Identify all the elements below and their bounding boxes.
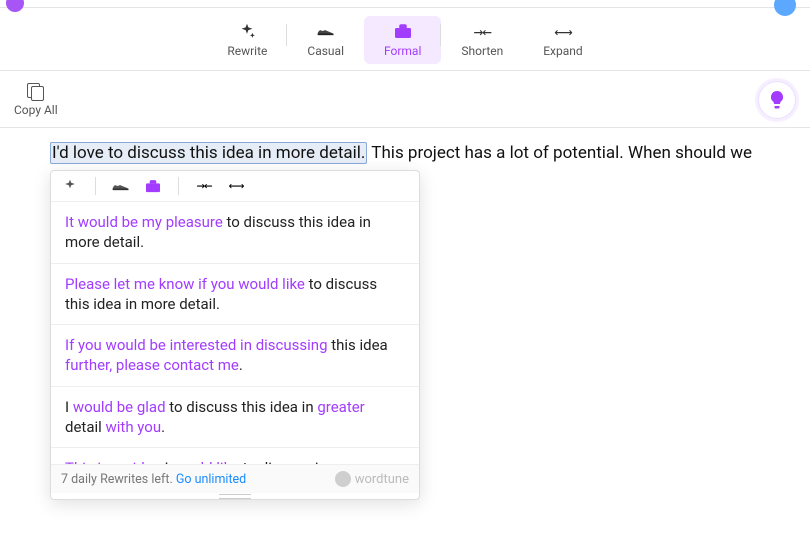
popup-briefcase-icon[interactable] — [142, 177, 164, 195]
popup-divider — [95, 177, 96, 195]
sneaker-icon — [316, 22, 336, 40]
suggestion-item[interactable]: If you would be interested in discussing… — [51, 325, 419, 387]
rewrite-mode[interactable]: Rewrite — [207, 16, 287, 64]
selected-sentence[interactable]: I'd love to discuss this idea in more de… — [50, 142, 367, 164]
popup-toolbar: →← ←→ — [51, 171, 419, 202]
rewrites-remaining: 7 daily Rewrites left. Go unlimited — [61, 472, 246, 487]
brand-name: wordtune — [355, 472, 409, 487]
editor-area[interactable]: I'd love to discuss this idea in more de… — [0, 128, 810, 204]
formal-label: Formal — [384, 44, 421, 58]
suggestion-item[interactable]: I would be glad to discuss this idea in … — [51, 387, 419, 449]
briefcase-icon — [393, 22, 413, 40]
resize-handle[interactable] — [51, 493, 419, 499]
popup-sparkle-icon[interactable] — [59, 177, 81, 195]
ideas-button[interactable] — [758, 81, 796, 119]
suggestion-item[interactable]: Please let me know if you would like to … — [51, 264, 419, 326]
go-unlimited-link[interactable]: Go unlimited — [176, 472, 246, 487]
popup-footer: 7 daily Rewrites left. Go unlimited word… — [51, 464, 419, 493]
rewrite-label: Rewrite — [227, 44, 267, 58]
casual-mode[interactable]: Casual — [287, 16, 364, 64]
popup-expand-icon[interactable]: ←→ — [225, 177, 247, 195]
copy-all-label: Copy All — [14, 103, 58, 117]
lightbulb-icon — [769, 90, 785, 110]
mode-toolbar: Rewrite Casual Formal →← Shorten ←→ Expa… — [0, 8, 810, 71]
window-chrome-edge — [0, 0, 810, 8]
brand-badge: wordtune — [335, 471, 409, 487]
popup-shorten-icon[interactable]: →← — [193, 177, 215, 195]
casual-label: Casual — [307, 44, 344, 58]
suggestion-item[interactable]: This is an idea I would like to discuss … — [51, 448, 419, 464]
expand-mode[interactable]: ←→ Expand — [523, 16, 602, 64]
popup-divider-2 — [178, 177, 179, 195]
suggestion-popup: →← ←→ It would be my pleasure to discuss… — [50, 170, 420, 500]
copy-all-button[interactable]: Copy All — [14, 83, 58, 117]
sparkle-icon — [237, 22, 257, 40]
shorten-label: Shorten — [461, 44, 503, 58]
action-bar: Copy All — [0, 71, 810, 128]
expand-icon: ←→ — [553, 22, 573, 40]
brand-logo-icon — [335, 471, 351, 487]
formal-mode[interactable]: Formal — [364, 16, 441, 64]
rewrites-left-text: 7 daily Rewrites left. — [61, 472, 176, 487]
shorten-icon: →← — [472, 22, 492, 40]
popup-sneaker-icon[interactable] — [110, 177, 132, 195]
shorten-mode[interactable]: →← Shorten — [441, 16, 523, 64]
expand-label: Expand — [543, 44, 582, 58]
suggestion-list[interactable]: It would be my pleasure to discuss this … — [51, 202, 419, 464]
copy-icon — [27, 83, 45, 101]
suggestion-item[interactable]: It would be my pleasure to discuss this … — [51, 202, 419, 264]
